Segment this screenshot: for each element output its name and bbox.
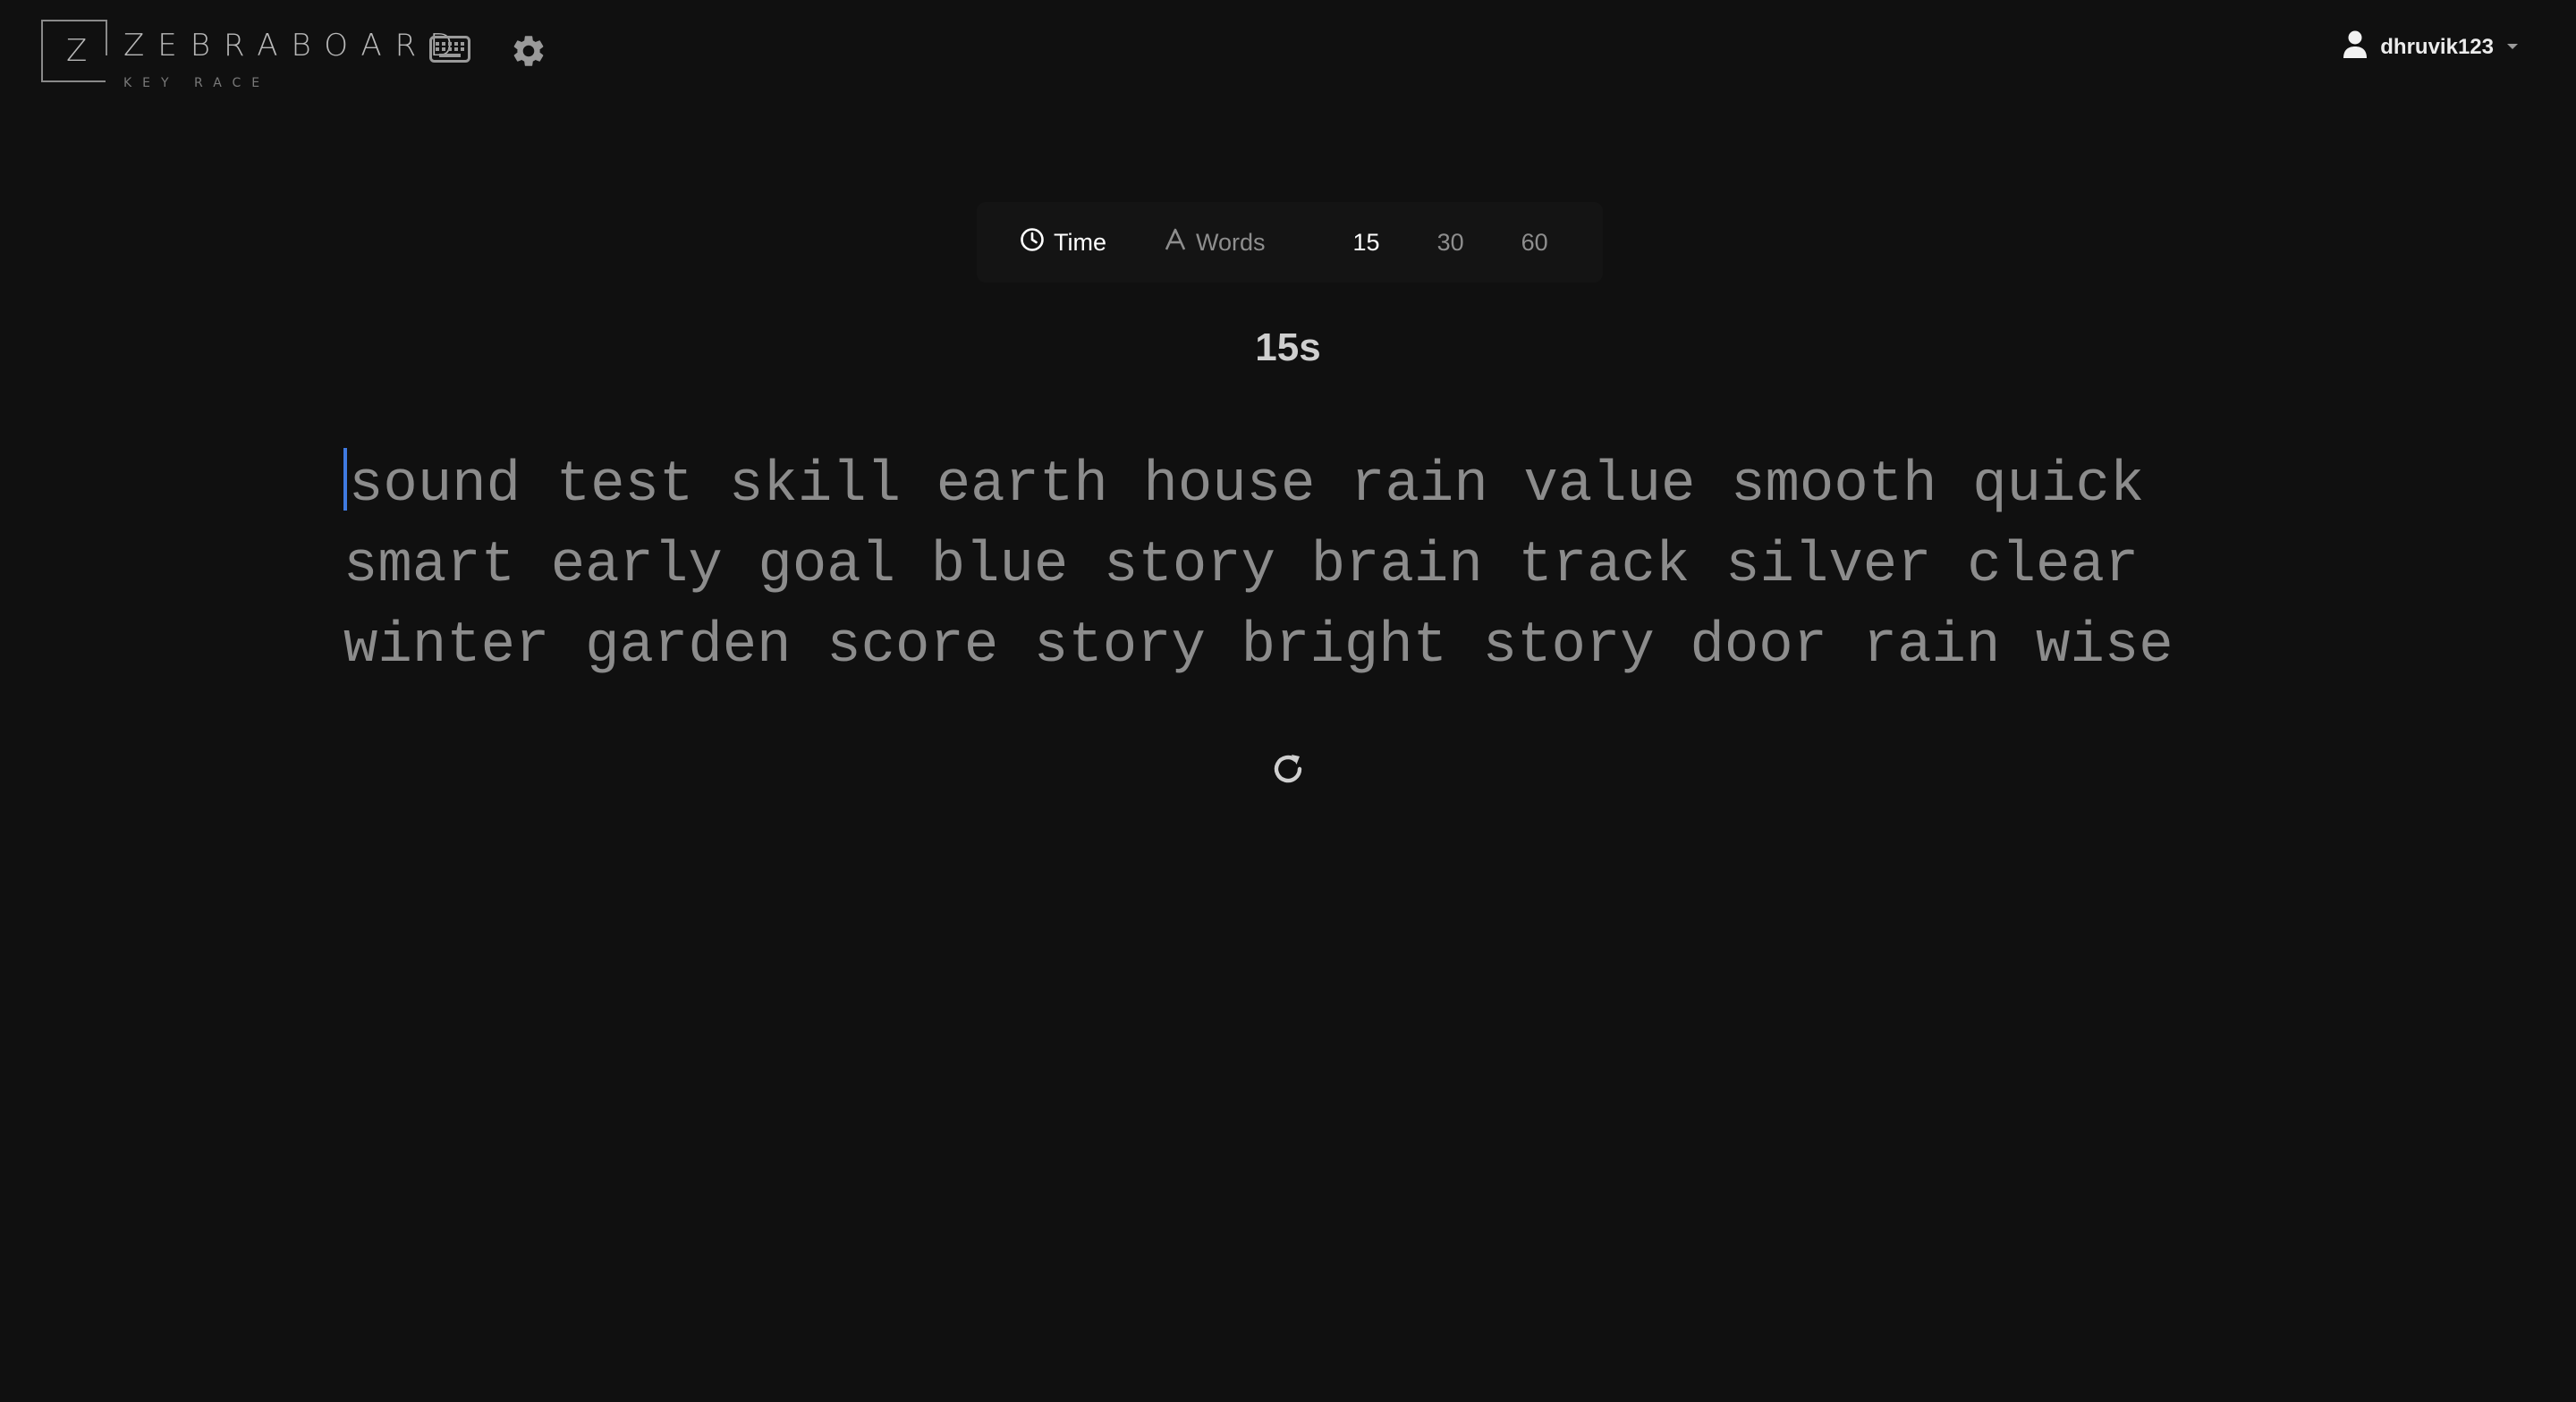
mode-words-label: Words bbox=[1196, 228, 1266, 256]
word: sound bbox=[349, 453, 521, 518]
word: story bbox=[1482, 614, 1655, 679]
word: brain bbox=[1310, 534, 1483, 598]
word: skill bbox=[729, 453, 902, 518]
word: value bbox=[1523, 453, 1696, 518]
logo-letter: Z bbox=[66, 33, 88, 69]
word: bright bbox=[1241, 614, 1448, 679]
word: clear bbox=[1967, 534, 2140, 598]
word: blue bbox=[930, 534, 1069, 598]
word: early bbox=[550, 534, 723, 598]
word-line: winter garden score story bright story door rai… bbox=[343, 606, 2222, 687]
word-line: smart early goal blue story brain track silver c… bbox=[343, 526, 2222, 606]
gear-icon[interactable] bbox=[510, 32, 547, 74]
app-root: Z ZEBRABOARD KEY RACE dhruvik123 Time Wo… bbox=[0, 0, 2576, 1402]
restart-button[interactable] bbox=[1268, 749, 1308, 789]
word: winter bbox=[343, 614, 550, 679]
user-icon bbox=[2343, 30, 2368, 63]
word: smart bbox=[343, 534, 516, 598]
word: house bbox=[1143, 453, 1316, 518]
word: track bbox=[1518, 534, 1690, 598]
word: goal bbox=[758, 534, 896, 598]
mode-time-label: Time bbox=[1054, 228, 1106, 256]
word: test bbox=[555, 453, 694, 518]
word: story bbox=[1033, 614, 1206, 679]
typing-area[interactable]: sound test skill earth house rain value smooth q… bbox=[343, 445, 2222, 687]
word: wise bbox=[2036, 614, 2174, 679]
logo-tagline: KEY RACE bbox=[123, 76, 271, 90]
user-menu[interactable]: dhruvik123 bbox=[2343, 30, 2519, 63]
chevron-down-icon bbox=[2506, 39, 2519, 55]
mode-words-button[interactable]: Words bbox=[1164, 228, 1266, 258]
duration-15-button[interactable]: 15 bbox=[1353, 229, 1380, 257]
keyboard-icon[interactable] bbox=[429, 36, 470, 67]
word: score bbox=[826, 614, 999, 679]
duration-60-button[interactable]: 60 bbox=[1521, 229, 1548, 257]
refresh-icon bbox=[1274, 755, 1302, 783]
logo-wordmark: ZEBRABOARD bbox=[123, 28, 467, 63]
font-letter-icon bbox=[1164, 228, 1187, 258]
word: rain bbox=[1351, 453, 1488, 518]
word: garden bbox=[585, 614, 792, 679]
duration-30-button[interactable]: 30 bbox=[1437, 229, 1464, 257]
clock-icon bbox=[1020, 227, 1045, 258]
word: smooth bbox=[1731, 453, 1937, 518]
word: earth bbox=[936, 453, 1108, 518]
logo[interactable]: Z ZEBRABOARD KEY RACE bbox=[41, 18, 453, 90]
username: dhruvik123 bbox=[2380, 34, 2494, 59]
text-caret bbox=[343, 448, 347, 511]
word: quick bbox=[1972, 453, 2145, 518]
mode-time-button[interactable]: Time bbox=[1020, 227, 1106, 258]
word: door bbox=[1690, 614, 1828, 679]
timer-display: 15s bbox=[1255, 325, 1321, 369]
word: silver bbox=[1725, 534, 1932, 598]
word: story bbox=[1104, 534, 1276, 598]
mode-selector: Time Words 15 30 60 bbox=[977, 202, 1603, 283]
word: rain bbox=[1862, 614, 2001, 679]
word-line: sound test skill earth house rain value smooth q… bbox=[343, 445, 2222, 526]
